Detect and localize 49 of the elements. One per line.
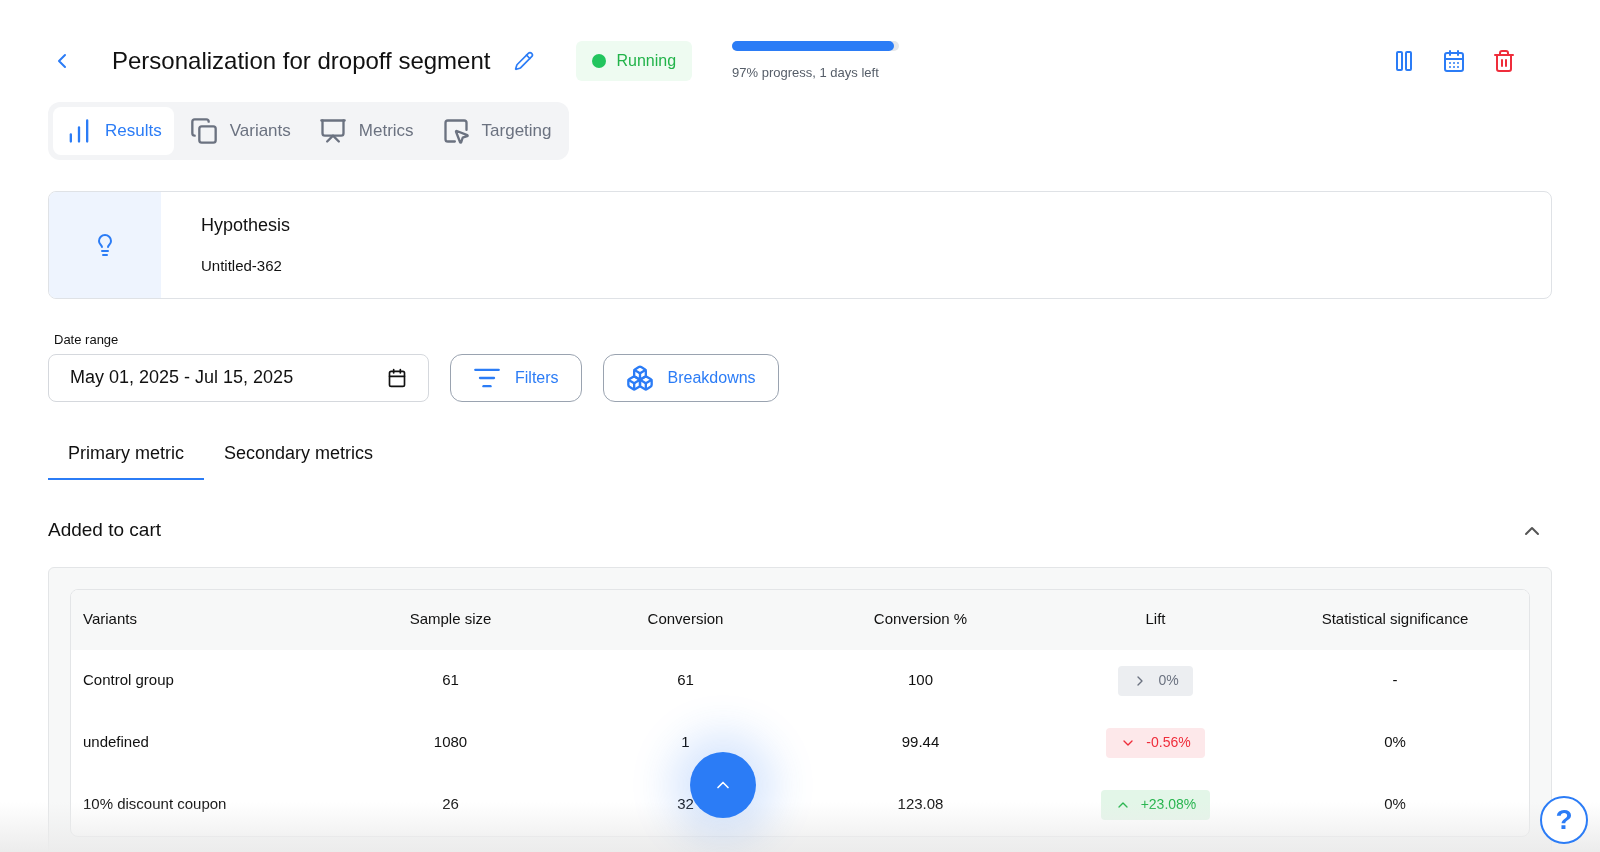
variant-cell-text: undefined [83, 732, 150, 753]
variant-cell-text: 10% discount coupon [83, 794, 228, 815]
toolbar-button[interactable]: Filters [450, 353, 582, 402]
column-header: Statistical significance [1320, 609, 1470, 630]
copy-icon [189, 117, 218, 145]
tab[interactable]: Variants [177, 107, 303, 155]
table-cell-text: 32 [676, 794, 695, 815]
column-header: Variants [83, 609, 138, 630]
page-title: Personalization for dropoff segment [112, 46, 491, 76]
metric-tab[interactable]: Secondary metrics [204, 429, 394, 480]
column-header: Sample size [408, 609, 493, 630]
calendar-icon[interactable] [1442, 49, 1466, 73]
cursor-square-icon [441, 117, 470, 145]
table-cell-text: 123.08 [896, 794, 945, 815]
table-cell-text: 0% [1383, 794, 1407, 815]
status-label: Running [616, 51, 677, 71]
progress-caption: 97% progress, 1 days left [732, 64, 880, 83]
date-range-label: Date range [54, 331, 120, 349]
edit-icon[interactable] [514, 51, 535, 71]
table-cell-text: 26 [441, 794, 460, 815]
section-title: Added to cart [48, 518, 162, 543]
calendar-icon [387, 367, 407, 388]
lift-badge: -0.56% [1106, 727, 1205, 758]
table-cell-text: - [1391, 670, 1399, 691]
table-cell-text: 1080 [432, 732, 469, 753]
cubes-icon [625, 363, 654, 392]
table-cell-text: 100 [907, 670, 934, 691]
tab[interactable]: Results [53, 107, 174, 155]
lift-badge: +23.08% [1100, 789, 1211, 820]
tab[interactable]: Targeting [429, 107, 564, 155]
tab[interactable]: Metrics [306, 107, 426, 155]
table-cell-text: 99.44 [900, 732, 941, 753]
lift-badge: 0% [1118, 665, 1193, 696]
table-cell-text: 61 [441, 670, 460, 691]
presentation-board-icon [318, 117, 347, 145]
table-cell-text: 0% [1383, 732, 1407, 753]
column-header: Lift [1144, 609, 1167, 630]
toolbar-button[interactable]: Breakdowns [602, 353, 779, 402]
help-button[interactable]: ? [1540, 796, 1588, 844]
hypothesis-title: Hypothesis [201, 214, 291, 238]
column-header: Conversion % [872, 609, 969, 630]
column-header: Conversion [646, 609, 725, 630]
table-cell-text: 1 [680, 732, 691, 753]
hypothesis-text: Untitled-362 [201, 256, 283, 277]
table-cell-text: 61 [676, 670, 695, 691]
metric-tab[interactable]: Primary metric [48, 429, 204, 480]
date-range-field[interactable]: May 01, 2025 - Jul 15, 2025 [48, 353, 429, 402]
variant-cell-text: Control group [83, 670, 175, 691]
trash-icon[interactable] [1492, 49, 1516, 73]
